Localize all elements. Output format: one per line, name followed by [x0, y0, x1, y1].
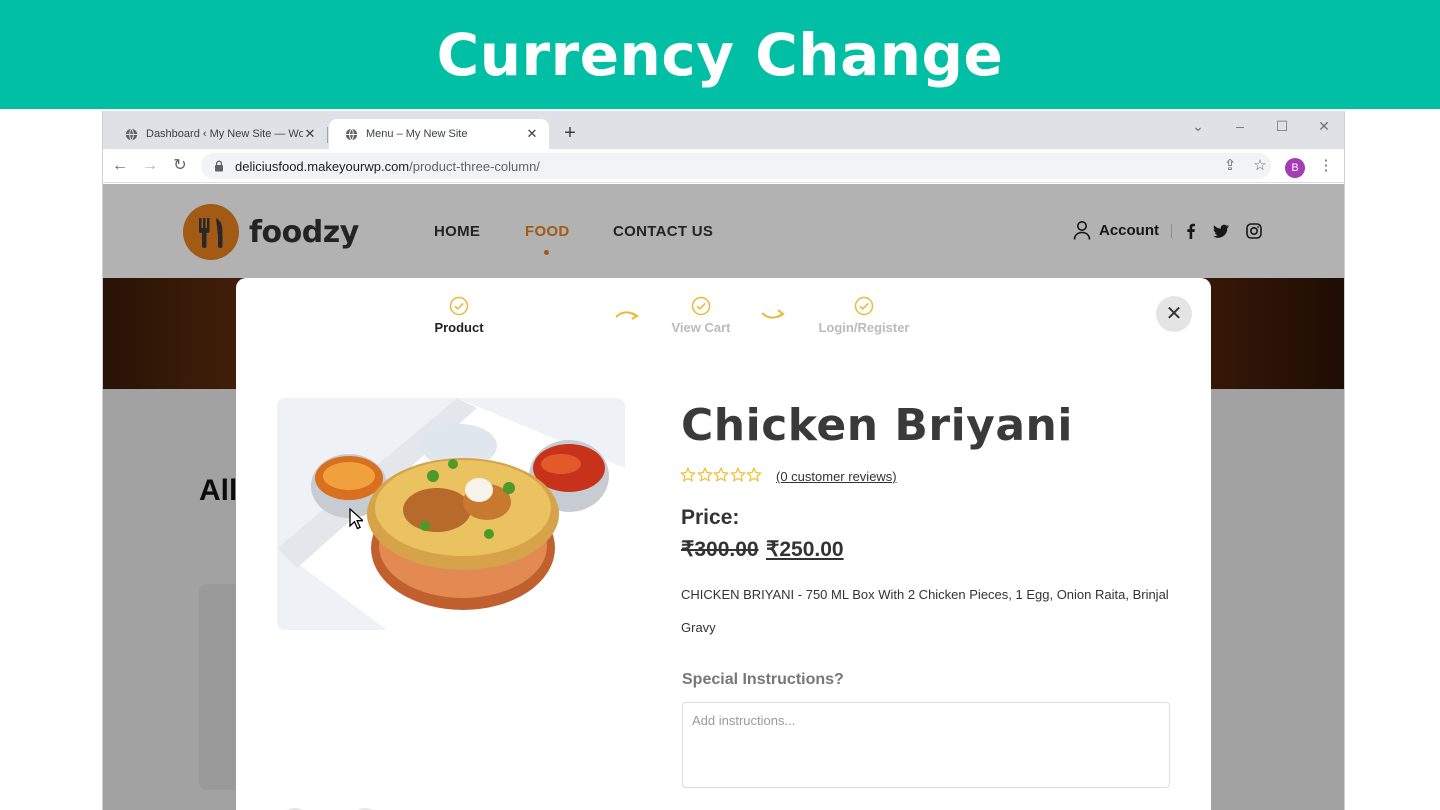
globe-icon	[345, 127, 358, 141]
tab-title: Menu – My New Site	[366, 128, 468, 140]
forward-button[interactable]: →	[139, 155, 161, 177]
star-icon	[680, 467, 696, 482]
mouse-cursor-icon	[349, 508, 363, 530]
step-label: Login/Register	[818, 320, 910, 335]
more-menu-icon[interactable]: ⋮	[1315, 155, 1337, 177]
share-icon[interactable]: ⇪	[1219, 155, 1241, 177]
product-image[interactable]	[277, 398, 625, 630]
star-icon	[746, 467, 762, 482]
tab-divider	[327, 127, 328, 143]
maximize-button[interactable]: ☐	[1267, 115, 1297, 137]
close-icon[interactable]: ✕	[303, 127, 317, 141]
step-product: Product	[404, 296, 514, 335]
special-instructions-label: Special Instructions?	[682, 671, 844, 688]
close-icon[interactable]: ✕	[525, 127, 539, 141]
tab-dashboard[interactable]: Dashboard ‹ My New Site — WordPress ✕	[109, 119, 327, 149]
star-icon	[696, 467, 713, 482]
customer-reviews-link[interactable]: (0 customer reviews)	[776, 469, 897, 484]
url-domain: deliciusfood.makeyourwp.com	[235, 158, 410, 174]
check-circle-icon	[691, 296, 711, 316]
browser-window: Dashboard ‹ My New Site — WordPress ✕ Me…	[102, 111, 1345, 810]
step-login-register: Login/Register	[809, 296, 919, 335]
globe-icon	[125, 127, 138, 141]
minimize-button[interactable]: –	[1225, 115, 1255, 137]
regular-price: ₹300.00	[681, 538, 759, 561]
quick-view-modal: Product View Cart Login/Register ✕ Chick…	[236, 278, 1211, 810]
star-icon	[729, 467, 746, 482]
step-label: View Cart	[671, 320, 731, 335]
lock-icon	[215, 160, 223, 172]
sale-price: ₹250.00	[766, 538, 844, 561]
star-icon[interactable]: ☆	[1249, 155, 1271, 177]
star-rating	[680, 467, 763, 483]
tab-title: Dashboard ‹ My New Site — WordPress	[146, 128, 303, 140]
banner-title: Currency Change	[436, 20, 1004, 89]
curved-arrow-icon	[761, 309, 785, 319]
url-path: /product-three-column/	[409, 158, 540, 174]
new-tab-button[interactable]: +	[559, 123, 581, 145]
product-description: CHICKEN BRIYANI - 750 ML Box With 2 Chic…	[681, 587, 1169, 635]
curved-arrow-icon	[615, 311, 639, 320]
special-instructions-input[interactable]	[682, 702, 1170, 788]
star-icon	[713, 467, 729, 482]
back-button[interactable]: ←	[109, 155, 131, 177]
check-circle-icon	[854, 296, 874, 316]
product-title: Chicken Briyani	[681, 400, 1073, 451]
window-close-button[interactable]: ✕	[1309, 115, 1339, 137]
address-bar[interactable]: deliciusfood.makeyourwp.com/product-thre…	[201, 153, 1271, 179]
browser-toolbar: ← → ↻ deliciusfood.makeyourwp.com/produc…	[103, 149, 1344, 183]
tab-strip: Dashboard ‹ My New Site — WordPress ✕ Me…	[103, 111, 1344, 149]
step-view-cart: View Cart	[646, 296, 756, 335]
close-modal-button[interactable]: ✕	[1156, 296, 1192, 332]
profile-avatar[interactable]: B	[1285, 158, 1305, 178]
title-banner: Currency Change	[0, 0, 1440, 109]
reload-button[interactable]: ↻	[169, 155, 191, 177]
price-label: Price:	[681, 506, 740, 529]
check-circle-icon	[449, 296, 469, 316]
chevron-down-icon[interactable]: ⌄	[1183, 115, 1213, 137]
step-label: Product	[434, 320, 484, 335]
tab-menu[interactable]: Menu – My New Site ✕	[329, 119, 549, 149]
